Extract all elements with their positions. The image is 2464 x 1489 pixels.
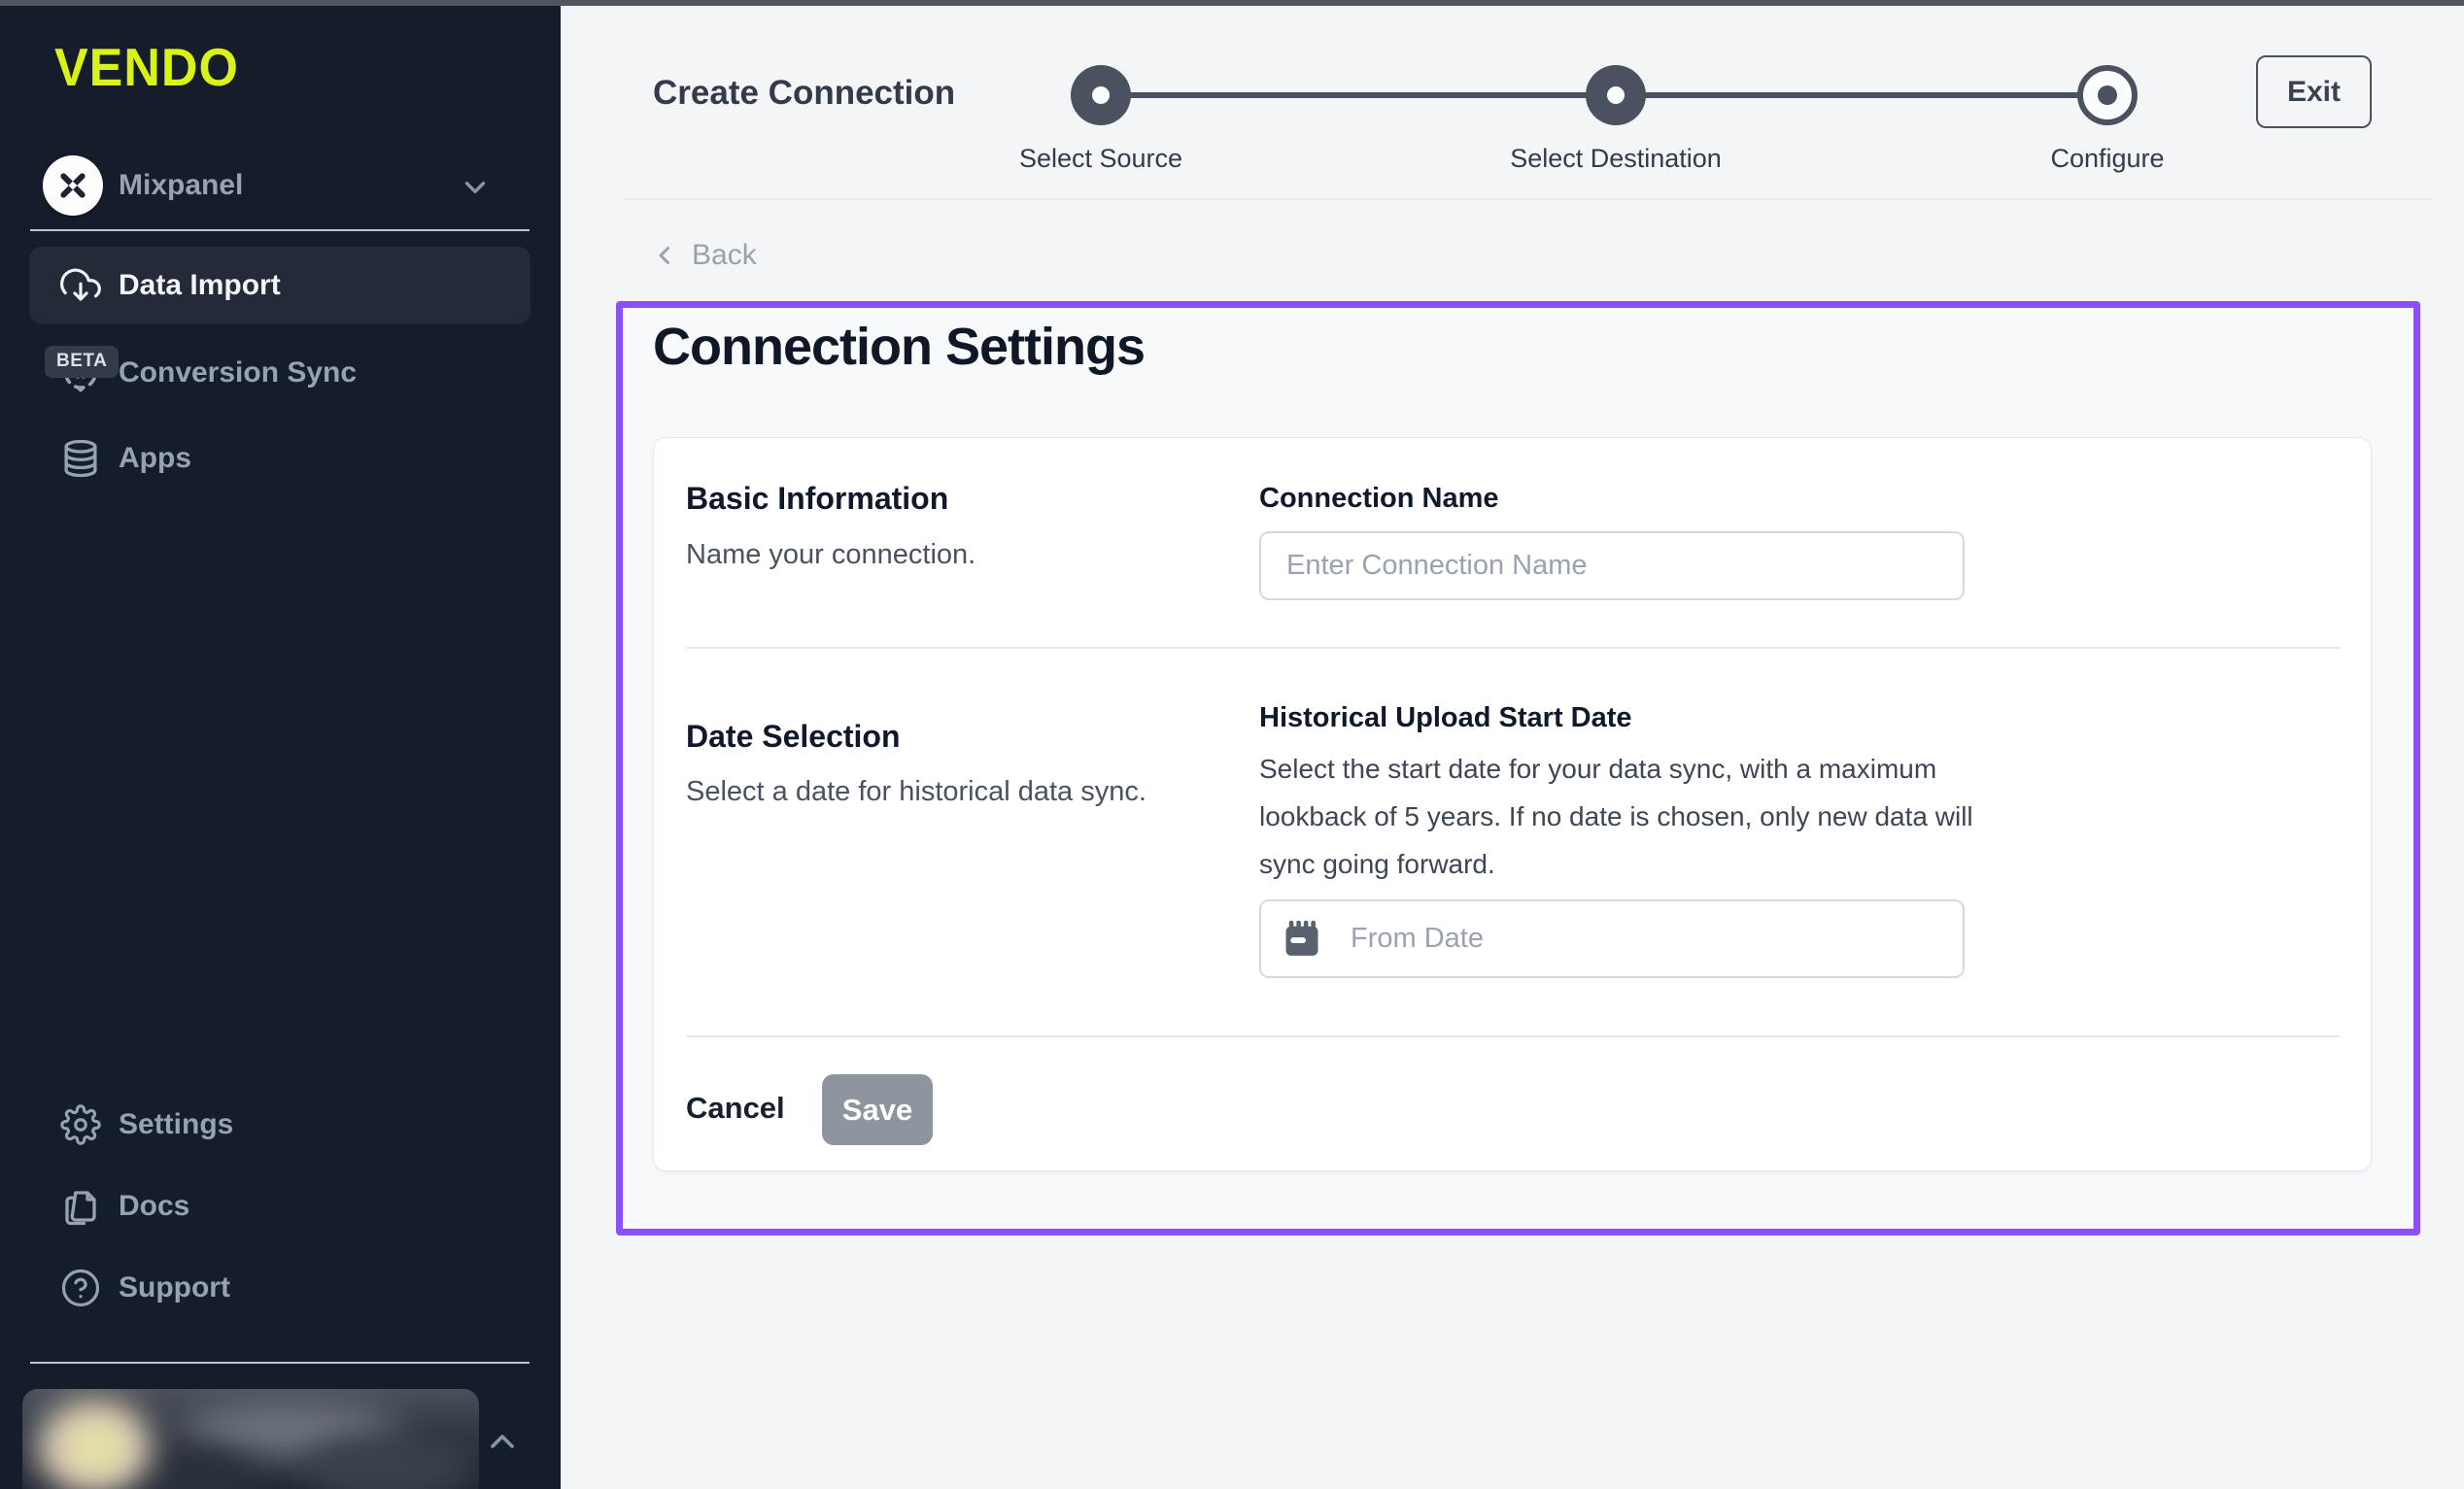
connection-name-input[interactable] (1259, 531, 1965, 600)
historical-upload-start-date-label: Historical Upload Start Date (1259, 702, 1632, 734)
sidebar-item-label: Conversion Sync (119, 356, 357, 389)
step-label-select-destination: Select Destination (1421, 144, 1810, 174)
basic-information-title: Basic Information (686, 481, 948, 517)
sidebar-item-support[interactable]: Support (29, 1249, 530, 1327)
sidebar-item-label: Docs (119, 1190, 189, 1223)
vendo-logo: VENDO (54, 38, 239, 99)
sidebar-item-label: Settings (119, 1108, 233, 1141)
connection-name-label: Connection Name (1259, 483, 1499, 515)
section-divider (686, 647, 2341, 649)
sidebar-item-conversion-sync[interactable]: Conversion Sync BETA (29, 334, 530, 412)
from-date-input[interactable] (1259, 899, 1965, 978)
settings-card: Basic Information Name your connection. … (653, 437, 2372, 1171)
back-link-label: Back (692, 239, 757, 272)
date-selection-title: Date Selection (686, 719, 901, 755)
sidebar-item-label: Support (119, 1271, 230, 1304)
mixpanel-avatar (43, 155, 103, 216)
historical-upload-description: Select the start date for your data sync… (1259, 745, 1998, 888)
docs-icon (60, 1186, 101, 1227)
gear-icon (60, 1104, 101, 1145)
database-icon (60, 438, 101, 479)
step-dot-select-destination (1586, 65, 1646, 125)
sidebar-divider-bottom (30, 1362, 530, 1364)
step-dot-select-source (1071, 65, 1131, 125)
sidebar-divider-top (30, 229, 530, 231)
chevron-up-icon (483, 1422, 522, 1466)
basic-information-subtitle: Name your connection. (686, 539, 975, 571)
sidebar-item-data-import[interactable]: Data Import (29, 247, 530, 324)
user-info-blurred (22, 1389, 479, 1489)
blur-blob (65, 1422, 127, 1472)
chevron-left-icon (651, 241, 680, 270)
exit-button[interactable]: Exit (2256, 55, 2372, 128)
header-divider (623, 198, 2431, 200)
screen: VENDO Mixpanel Data Import (0, 0, 2464, 1489)
page-title: Connection Settings (653, 317, 1145, 377)
workspace-switcher[interactable]: Mixpanel (29, 144, 530, 227)
step-label-select-source: Select Source (907, 144, 1295, 174)
sidebar-item-docs[interactable]: Docs (29, 1168, 530, 1245)
beta-badge: BETA (45, 346, 119, 378)
chevron-down-icon (459, 171, 492, 209)
user-account-menu[interactable] (0, 1389, 561, 1489)
sidebar-item-settings[interactable]: Settings (29, 1086, 530, 1164)
save-button[interactable]: Save (822, 1074, 933, 1145)
sidebar-item-label: Data Import (119, 269, 281, 302)
help-icon (60, 1268, 101, 1308)
sidebar: VENDO Mixpanel Data Import (0, 0, 561, 1489)
cloud-download-icon (60, 265, 101, 306)
window-top-strip (0, 0, 2464, 6)
step-label-configure: Configure (1913, 144, 2302, 174)
sidebar-item-label: Apps (119, 442, 191, 475)
section-divider (686, 1035, 2341, 1037)
cancel-button[interactable]: Cancel (686, 1091, 785, 1126)
page-header-title: Create Connection (653, 74, 955, 113)
date-selection-subtitle: Select a date for historical data sync. (686, 776, 1146, 808)
step-dot-configure (2077, 65, 2138, 125)
sidebar-item-apps[interactable]: Apps (29, 420, 530, 497)
workspace-name: Mixpanel (119, 169, 243, 202)
back-link[interactable]: Back (651, 239, 757, 272)
